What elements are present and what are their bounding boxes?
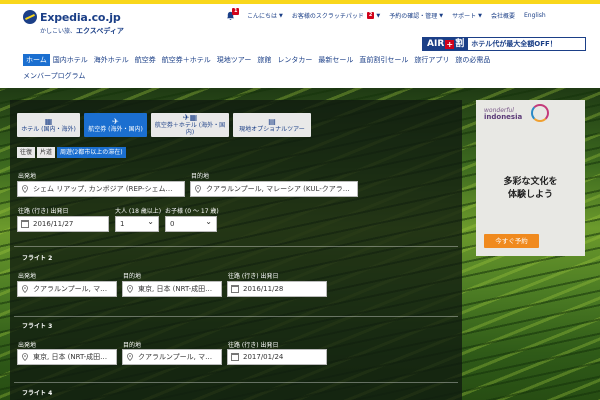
trip-round[interactable]: 往復: [17, 147, 36, 158]
nav-flight-hotel[interactable]: 航空券＋ホテル: [159, 54, 214, 66]
search-tabs: ▦ ホテル (国内・海外) ✈ 航空券 (海外・国内) ✈▦ 航空券＋ホテル (…: [17, 113, 311, 137]
tab-flight-hotel[interactable]: ✈▦ 航空券＋ホテル (海外・国内): [151, 113, 229, 137]
air-wari-logo: AIR + 割: [423, 38, 469, 50]
search-panel: ▦ ホテル (国内・海外) ✈ 航空券 (海外・国内) ✈▦ 航空券＋ホテル (…: [10, 100, 462, 400]
globe-logo-icon: [23, 10, 37, 24]
trip-type-selector: 往復 片道 周遊(2都市以上の滞在): [17, 147, 126, 158]
nav-home[interactable]: ホーム: [23, 54, 50, 66]
nav-overseas-hotels[interactable]: 海外ホテル: [91, 54, 132, 66]
notification-bell-icon[interactable]: 1: [226, 8, 240, 20]
banner-text: ホテル代が最大全額OFF！: [471, 40, 557, 48]
nav-member-program[interactable]: メンバープログラム: [23, 71, 85, 81]
adults-select[interactable]: 1: [115, 215, 159, 232]
adults-label: 大人 (18 歳以上): [115, 208, 162, 215]
destination-label: 目的地: [123, 273, 142, 280]
nav-greeting[interactable]: こんにちは ▼: [247, 11, 283, 21]
main-nav: ホーム 国内ホテル 海外ホテル 航空券 航空券＋ホテル 現地ツアー 旅館 レンタ…: [23, 54, 493, 66]
chevron-down-icon: ▼: [439, 12, 444, 19]
flight2-origin-input[interactable]: クアラルンプール, マ…: [17, 281, 117, 297]
origin-label: 出発地: [18, 342, 37, 349]
indonesia-promo-banner[interactable]: wonderful indonesia 多彩な文化を 体験しよう 今すぐ予約: [476, 100, 585, 256]
nav-rental-car[interactable]: レンタカー: [274, 54, 315, 66]
chevron-down-icon: ▼: [279, 12, 283, 19]
nav-flights[interactable]: 航空券: [132, 54, 159, 66]
flight3-heading: フライト 3: [22, 323, 53, 330]
flight2-destination-input[interactable]: 東京, 日本 (NRT-成田…: [122, 281, 222, 297]
location-pin-icon: [22, 185, 28, 193]
wonderful-indonesia-logo: wonderful indonesia: [484, 107, 523, 121]
nav-bookings[interactable]: 予約の確認・管理 ▼: [389, 11, 444, 21]
flight2-date-input[interactable]: 2016/11/28: [227, 281, 327, 297]
nav-english[interactable]: English: [524, 12, 546, 19]
flower-logo-icon: [531, 104, 549, 122]
location-pin-icon: [127, 353, 133, 361]
location-pin-icon: [195, 185, 201, 193]
tab-optional-tours[interactable]: ▤ 現地オプショナルツアー: [233, 113, 311, 137]
children-label: お子様 (0 ～ 17 歳): [165, 208, 219, 215]
tab-hotel[interactable]: ▦ ホテル (国内・海外): [17, 113, 80, 137]
air-wari-banner[interactable]: AIR + 割 ホテル代が最大全額OFF！: [422, 37, 586, 51]
utility-nav: 1 こんにちは ▼ お客様のスクラッチパッド 2 ▼ 予約の確認・管理 ▼ サポート ▼ …: [226, 8, 555, 21]
flight2-heading: フライト 2: [22, 255, 53, 262]
depart-date-label: 往路 (行き) 出発日: [228, 273, 279, 280]
logo-tagline: かしこい旅、エクスペディア: [40, 27, 124, 35]
calendar-icon: [21, 220, 29, 228]
expedia-logo[interactable]: Expedia.co.jp かしこい旅、エクスペディア: [23, 10, 124, 35]
flight4-heading: フライト 4: [22, 390, 53, 397]
nav-tours[interactable]: 現地ツアー: [214, 54, 255, 66]
calendar-icon: [231, 285, 239, 293]
location-pin-icon: [22, 353, 28, 361]
nav-last-minute[interactable]: 直前割引セール: [356, 54, 411, 66]
plane-hotel-icon: ✈▦: [182, 113, 198, 122]
nav-travel-essentials[interactable]: 旅の必需品: [452, 54, 493, 66]
location-pin-icon: [127, 285, 133, 293]
chevron-down-icon: ▼: [478, 12, 482, 19]
section-divider: [14, 316, 458, 317]
flight3-origin-input[interactable]: 東京, 日本 (NRT-成田…: [17, 349, 117, 365]
tab-flights[interactable]: ✈ 航空券 (海外・国内): [84, 113, 147, 137]
nav-support[interactable]: サポート ▼: [452, 11, 482, 21]
depart-date-label: 往路 (行き) 出発日: [18, 208, 69, 215]
top-accent-bar: [0, 0, 600, 4]
scratchpad-count-badge: 2: [366, 12, 375, 19]
ticket-icon: ▤: [268, 116, 276, 126]
notification-count-badge: 1: [232, 8, 240, 15]
origin-label: 出発地: [18, 173, 37, 180]
nav-about[interactable]: 会社概要: [491, 11, 515, 20]
hotel-icon: ▦: [44, 116, 53, 126]
nav-ryokan[interactable]: 旅館: [254, 54, 274, 66]
nav-scratchpad[interactable]: お客様のスクラッチパッド 2 ▼: [292, 11, 380, 20]
logo-text: Expedia.co.jp: [40, 10, 121, 24]
promo-headline: 多彩な文化を 体験しよう: [503, 177, 558, 200]
section-divider: [14, 382, 458, 383]
section-divider: [14, 246, 458, 247]
nav-latest-sale[interactable]: 最新セール: [315, 54, 356, 66]
nav-domestic-hotels[interactable]: 国内ホテル: [50, 54, 91, 66]
book-now-button[interactable]: 今すぐ予約: [484, 234, 539, 248]
destination-label: 目的地: [123, 342, 142, 349]
location-pin-icon: [22, 285, 28, 293]
children-select[interactable]: 0: [165, 215, 217, 232]
nav-travel-app[interactable]: 旅行アプリ: [411, 54, 452, 66]
depart-date-label: 往路 (行き) 出発日: [228, 342, 279, 349]
calendar-icon: [231, 353, 239, 361]
origin-label: 出発地: [18, 273, 37, 280]
trip-oneway[interactable]: 片道: [37, 147, 56, 158]
flight1-destination-input[interactable]: クアラルンプール, マレーシア (KUL-クアラ…: [190, 181, 358, 197]
chevron-down-icon: ▼: [376, 12, 381, 19]
flight3-destination-input[interactable]: クアラルンプール, マ…: [122, 349, 222, 365]
plane-icon: ✈: [112, 116, 119, 126]
destination-label: 目的地: [191, 173, 210, 180]
flight1-date-input[interactable]: 2016/11/27: [17, 216, 109, 232]
flight1-origin-input[interactable]: シェム リアップ, カンボジア (REP-シェム…: [17, 181, 185, 197]
flight3-date-input[interactable]: 2017/01/24: [227, 349, 327, 365]
trip-multicity[interactable]: 周遊(2都市以上の滞在): [57, 147, 126, 158]
